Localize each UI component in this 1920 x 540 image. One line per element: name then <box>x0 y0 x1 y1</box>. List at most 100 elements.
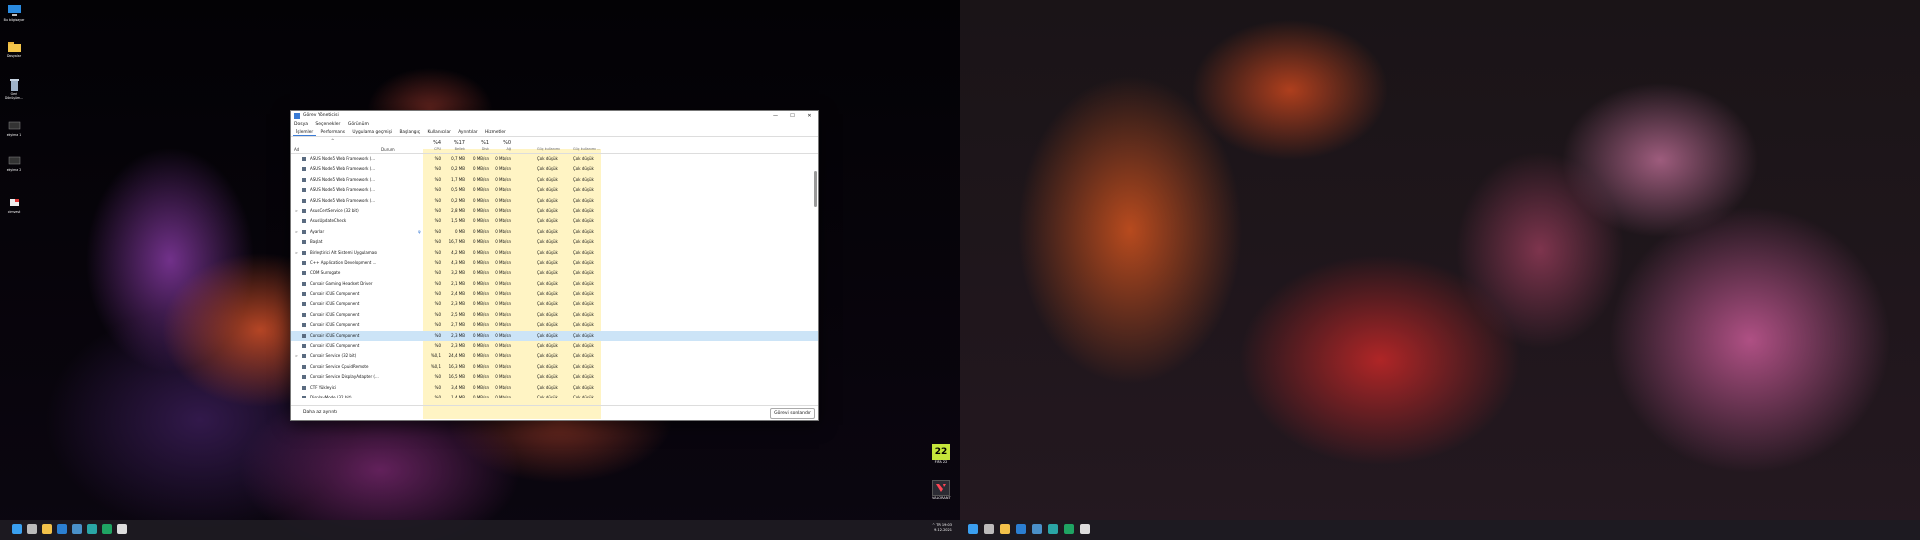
table-row[interactable]: ASUS Node5 Web Framework (... %0 0,7 MB 0 M… <box>291 154 818 164</box>
table-row[interactable]: AsusUpdateCheck %0 1,5 MB 0 MB/sn 0 Mb/sn Çok… <box>291 216 818 226</box>
cell-mem: 1,4 MB <box>451 394 465 398</box>
file-explorer-icon[interactable] <box>1000 524 1010 534</box>
menu-options[interactable]: Seçenekler <box>315 122 340 127</box>
expand-chevron-icon[interactable]: > <box>295 248 298 258</box>
tab-processes[interactable]: İşlemler <box>293 130 317 136</box>
table-row[interactable]: Corsair iCUE Component %0 2,7 MB 0 MB/sn 0 M… <box>291 320 818 330</box>
tab-performance[interactable]: Performans <box>318 130 348 135</box>
valorant-widget[interactable]: VALORANT <box>932 480 951 500</box>
column-power[interactable]: Güç kullanımı <box>537 147 560 151</box>
expand-chevron-icon[interactable]: > <box>295 206 298 216</box>
table-row[interactable]: C++ Application Development ... %0 4,3 MB 0… <box>291 258 818 268</box>
column-power-trend[interactable]: Güç kullanımı ... <box>573 147 600 151</box>
cell-net: 0 Mb/sn <box>495 311 511 317</box>
process-icon <box>302 219 306 224</box>
cell-trend: Çok düşük <box>573 311 594 317</box>
tab-app-history[interactable]: Uygulama geçmişi <box>349 130 395 135</box>
tab-services[interactable]: Hizmetler <box>482 130 509 135</box>
file-explorer-icon[interactable] <box>42 524 52 534</box>
column-memory-pct[interactable]: %17 <box>443 140 465 146</box>
task-manager-window[interactable]: Görev Yöneticisi — ☐ ✕ Dosya Seçenekler Gö… <box>290 110 819 421</box>
fifa-widget[interactable]: 22 FIFA 22 <box>932 444 950 464</box>
process-name: Başlat <box>310 239 323 245</box>
less-details-button[interactable]: Daha az ayrıntı <box>303 406 337 420</box>
table-row[interactable]: COM Surrogate %0 3,2 MB 0 MB/sn 0 Mb/sn Çok d… <box>291 268 818 278</box>
search-icon[interactable] <box>27 524 37 534</box>
cell-disk: 0 MB/sn <box>473 187 489 193</box>
clock-date[interactable]: 9.12.2021 <box>934 528 952 532</box>
column-status[interactable]: Durum <box>381 147 395 152</box>
process-icon <box>302 292 306 297</box>
start-icon[interactable] <box>12 524 22 534</box>
cell-cpu: %0 <box>434 384 441 390</box>
table-row[interactable]: > Corsair Service (32 bit) %0,1 24,4 MB 0 MB… <box>291 351 818 361</box>
table-row[interactable]: Corsair iCUE Component %0 2,5 MB 0 MB/sn 0 M… <box>291 310 818 320</box>
table-row[interactable]: CTF Yükleyici %0 3,4 MB 0 MB/sn 0 Mb/sn Çok d… <box>291 383 818 393</box>
column-cpu-pct[interactable]: %4 <box>419 140 441 146</box>
table-row[interactable]: > AsusCertService (32 bit) %0 2,8 MB 0 MB/sn… <box>291 206 818 216</box>
search-icon[interactable] <box>984 524 994 534</box>
title-bar[interactable]: Görev Yöneticisi — ☐ ✕ <box>291 111 818 121</box>
column-network-pct[interactable]: %0 <box>489 140 511 146</box>
table-row[interactable]: Corsair iCUE Component %0 2,3 MB 0 MB/sn 0 M… <box>291 299 818 309</box>
terminal-icon[interactable] <box>87 524 97 534</box>
task-manager-taskbar-icon[interactable] <box>1080 524 1090 534</box>
expand-chevron-icon[interactable]: > <box>295 227 298 237</box>
minimize-button[interactable]: — <box>767 111 784 121</box>
close-button[interactable]: ✕ <box>801 111 818 121</box>
terminal-icon[interactable] <box>1048 524 1058 534</box>
table-row[interactable]: Corsair iCUE Component %0 2,3 MB 0 MB/sn 0 M… <box>291 330 818 342</box>
edge-icon[interactable] <box>102 524 112 534</box>
tab-users[interactable]: Kullanıcılar <box>424 130 453 135</box>
footer: Daha az ayrıntı Görevi sonlandır <box>291 405 818 420</box>
table-row[interactable]: ASUS Node5 Web Framework (... %0 0,2 MB 0 M… <box>291 164 818 174</box>
desktop-icon-recycle-bin[interactable]: Geri Dönüşüm... <box>2 78 26 100</box>
task-manager-taskbar-icon[interactable] <box>117 524 127 534</box>
start-icon[interactable] <box>968 524 978 534</box>
chevron-up-icon[interactable]: ^ <box>932 523 935 527</box>
table-row[interactable]: ASUS Node5 Web Framework (... %0 0,5 MB 0 M… <box>291 185 818 195</box>
table-row[interactable]: Başlat %0 16,7 MB 0 MB/sn 0 Mb/sn Çok düşük Ço… <box>291 237 818 247</box>
table-row[interactable]: > Ayarlar φ %0 0 MB 0 MB/sn 0 Mb/sn Çok düşük Ço… <box>291 227 818 237</box>
table-row[interactable]: Corsair Service CpuidRemote %0,1 16,3 MB 0 … <box>291 362 818 372</box>
cell-disk: 0 MB/sn <box>473 156 489 161</box>
tab-details[interactable]: Ayrıntılar <box>455 130 480 135</box>
mail-icon[interactable] <box>57 524 67 534</box>
table-row[interactable]: Corsair iCUE Component %0 2,4 MB 0 MB/sn 0 M… <box>291 289 818 299</box>
cell-trend: Çok düşük <box>573 322 594 328</box>
table-row[interactable]: Corsair Gaming Headset Driver %0 2,1 MB 0 M… <box>291 279 818 289</box>
process-icon <box>302 312 306 317</box>
menu-file[interactable]: Dosya <box>294 122 308 127</box>
desktop-icon-cimvest[interactable]: cimvest <box>2 196 26 214</box>
menu-view[interactable]: Görünüm <box>348 122 369 127</box>
desktop-icon-this-pc[interactable]: Bu bilgisayar <box>2 4 26 22</box>
maximize-button[interactable]: ☐ <box>784 111 801 121</box>
table-row[interactable]: DisplayMode (32 bit) %0 1,4 MB 0 MB/sn 0 Mb/… <box>291 393 818 398</box>
scrollbar-thumb[interactable] <box>814 171 817 207</box>
app-icon[interactable] <box>1032 524 1042 534</box>
tab-startup[interactable]: Başlangıç <box>396 130 423 135</box>
cell-power: Çok düşük <box>537 207 558 213</box>
system-tray[interactable]: ^ TR 19:03 9.12.2021 <box>932 523 952 533</box>
clock-time[interactable]: 19:03 <box>942 523 952 527</box>
edge-icon[interactable] <box>1064 524 1074 534</box>
table-row[interactable]: Corsair iCUE Component %0 2,3 MB 0 MB/sn 0 M… <box>291 341 818 351</box>
column-name[interactable]: Ad <box>294 147 299 152</box>
table-row[interactable]: ASUS Node5 Web Framework (... %0 1,7 MB 0 M… <box>291 175 818 185</box>
table-row[interactable]: ASUS Node5 Web Framework (... %0 0,2 MB 0 M… <box>291 196 818 206</box>
language-indicator[interactable]: TR <box>936 523 941 527</box>
column-disk-pct[interactable]: %1 <box>467 140 489 146</box>
expand-chevron-icon[interactable]: > <box>295 351 298 361</box>
cell-power: Çok düşük <box>537 322 558 328</box>
desktop-icon-label: ekyima 1 <box>6 133 22 137</box>
app-icon[interactable] <box>72 524 82 534</box>
table-row[interactable]: Corsair Service DisplayAdapter (... %0 16,… <box>291 372 818 382</box>
table-row[interactable]: > Birleştirici Alt Sistemi Uygulaması %0 4,… <box>291 248 818 258</box>
cell-mem: 24,4 MB <box>448 353 465 359</box>
end-task-button[interactable]: Görevi sonlandır <box>770 408 815 419</box>
mail-icon[interactable] <box>1016 524 1026 534</box>
desktop-icon-ekyima-2[interactable]: ekyima 2 <box>2 154 26 172</box>
desktop-icon-files[interactable]: Dosyalar <box>2 40 26 58</box>
desktop-icon-ekyima-1[interactable]: ekyima 1 <box>2 119 26 137</box>
process-name: DisplayMode (32 bit) <box>310 394 352 398</box>
